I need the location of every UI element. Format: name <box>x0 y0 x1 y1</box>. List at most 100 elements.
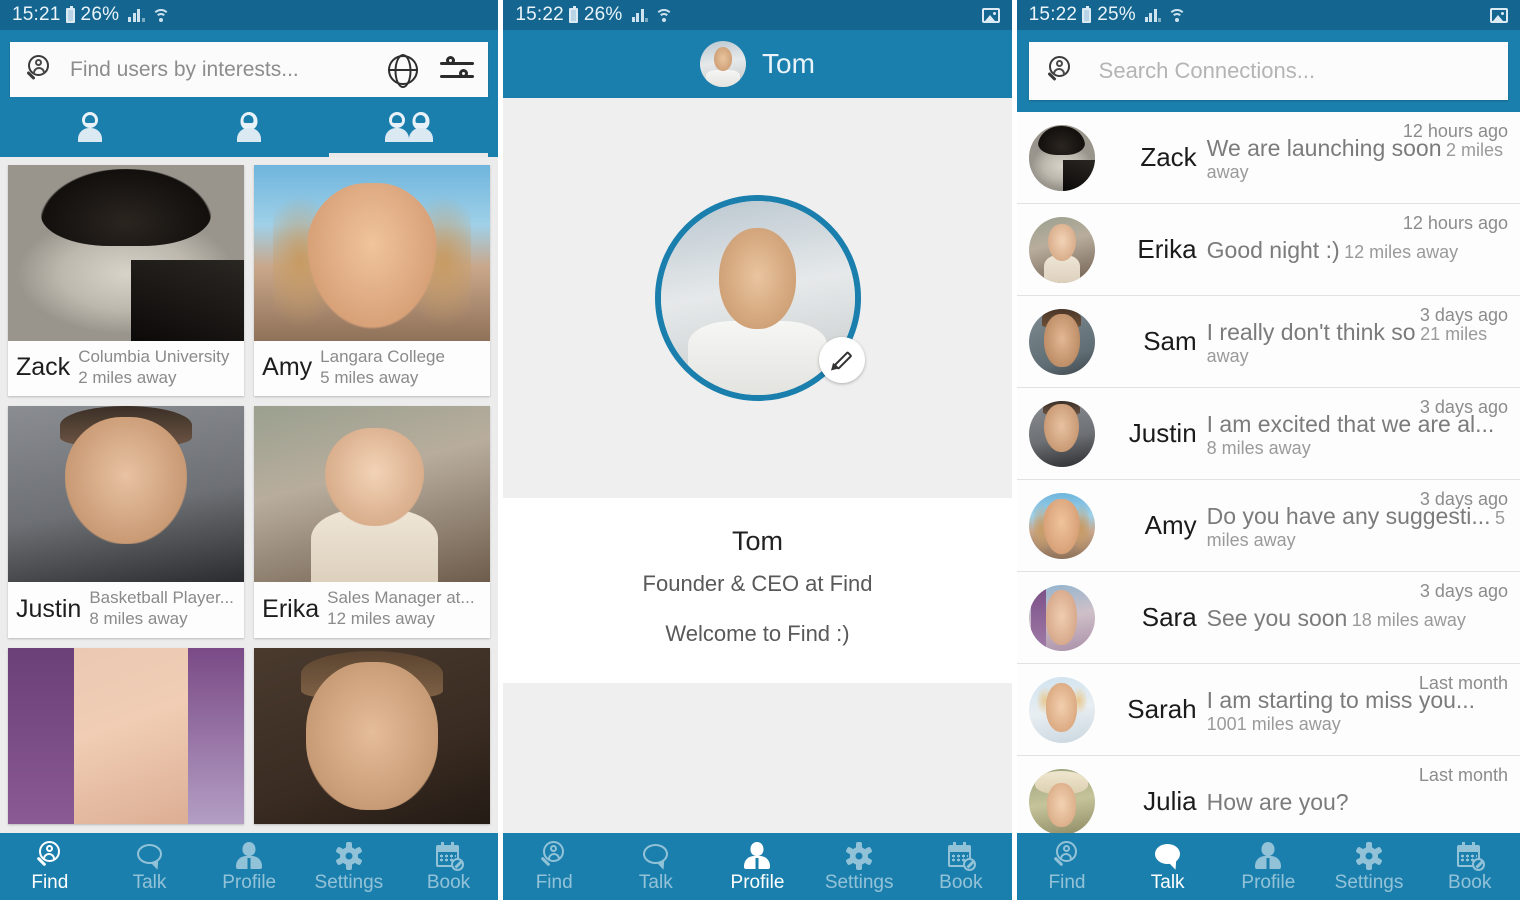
pencil-icon <box>827 348 854 374</box>
bottom-nav: Find Talk Profile Settings Book <box>0 833 499 900</box>
list-item[interactable]: Amy Do you have any suggesti... 5 miles … <box>1016 480 1520 572</box>
contact-name: Sarah <box>1127 694 1197 724</box>
nav-label: Profile <box>1241 872 1296 893</box>
nav-find[interactable]: Find <box>1017 841 1118 892</box>
user-headline: Basketball Player... <box>89 588 234 608</box>
globe-icon[interactable] <box>388 54 419 85</box>
nav-talk[interactable]: Talk <box>1117 841 1218 892</box>
signal-bars-icon <box>128 8 145 22</box>
signal-bars-icon <box>1144 8 1162 22</box>
list-item[interactable]: Justin I am excited that we are al... 8 … <box>1016 388 1520 480</box>
last-message: Good night :) <box>1206 237 1340 264</box>
avatar <box>1028 584 1095 651</box>
nav-book[interactable]: Book <box>910 841 1012 892</box>
contact-distance: 18 miles away <box>1351 610 1466 631</box>
list-item[interactable]: Sam I really don't think so 21 miles awa… <box>1016 296 1520 388</box>
avatar <box>1028 308 1095 375</box>
contact-name: Justin <box>1128 418 1197 448</box>
user-card[interactable]: Justin Basketball Player... 8 miles away <box>8 406 245 638</box>
nav-book[interactable]: Book <box>399 841 499 892</box>
battery-percent: 26% <box>583 4 623 25</box>
avatar[interactable] <box>700 41 747 87</box>
avatar <box>1028 400 1095 467</box>
timestamp: 12 hours ago <box>1402 121 1508 141</box>
nav-settings[interactable]: Settings <box>299 841 399 892</box>
tab-everyone[interactable] <box>328 97 489 157</box>
nav-profile[interactable]: Profile <box>707 841 809 892</box>
status-icons: 26% <box>65 4 170 26</box>
battery-icon <box>65 5 75 23</box>
last-message: See you soon <box>1206 605 1348 632</box>
find-icon <box>1052 841 1082 871</box>
user-distance: 12 miles away <box>327 609 435 629</box>
search-connections-input[interactable]: Search Connections... <box>1028 42 1508 100</box>
avatar <box>1028 492 1095 559</box>
screen-find: 15:21 26% Find users by interests... Zac… <box>0 0 499 900</box>
user-card-grid: Zack Columbia University 2 miles away Am… <box>0 157 499 900</box>
find-icon <box>539 841 569 871</box>
nav-profile[interactable]: Profile <box>199 841 299 892</box>
user-card[interactable] <box>8 647 245 824</box>
user-card[interactable]: Zack Columbia University 2 miles away <box>8 165 245 397</box>
people-couple-icon <box>384 112 433 142</box>
user-photo <box>254 647 491 824</box>
search-person-icon <box>1045 55 1077 87</box>
nav-settings[interactable]: Settings <box>1319 841 1420 892</box>
tab-women[interactable] <box>169 97 328 157</box>
signal-bars-icon <box>631 8 649 22</box>
search-input[interactable]: Find users by interests... <box>10 42 489 97</box>
user-distance: 2 miles away <box>78 367 177 387</box>
timestamp: Last month <box>1418 673 1508 693</box>
profile-icon <box>742 841 772 871</box>
nav-settings[interactable]: Settings <box>808 841 910 892</box>
list-item[interactable]: Sara See you soon 18 miles away 3 days a… <box>1016 572 1520 664</box>
user-name: Justin <box>16 594 82 623</box>
nav-label: Profile <box>730 872 785 893</box>
user-photo <box>8 406 245 583</box>
nav-book[interactable]: Book <box>1419 841 1520 892</box>
nav-profile[interactable]: Profile <box>1218 841 1319 892</box>
profile-icon <box>1253 841 1283 871</box>
nav-find[interactable]: Find <box>503 841 605 892</box>
battery-icon <box>568 5 578 23</box>
status-bar: 15:22 26% <box>503 0 1012 30</box>
status-time: 15:22 <box>1028 4 1078 25</box>
list-item[interactable]: Sarah I am starting to miss you... 1001 … <box>1016 664 1520 756</box>
calendar-book-icon <box>946 841 976 871</box>
sliders-icon[interactable] <box>440 56 475 83</box>
nav-talk[interactable]: Talk <box>605 841 707 892</box>
list-item[interactable]: Erika Good night :) 12 miles away 12 hou… <box>1016 204 1520 296</box>
find-icon <box>35 841 65 871</box>
list-item[interactable]: Julia How are you? Last month <box>1017 756 1520 833</box>
contact-name: Julia <box>1143 786 1197 816</box>
settings-gear-icon <box>844 841 874 871</box>
contact-name: Amy <box>1144 510 1197 540</box>
nav-find[interactable]: Find <box>0 841 100 892</box>
last-message: How are you? <box>1206 789 1349 816</box>
find-header: Find users by interests... <box>0 30 499 157</box>
list-item[interactable]: Zack We are launching soon 2 miles away … <box>1016 112 1520 204</box>
user-card[interactable] <box>254 647 491 824</box>
nav-talk[interactable]: Talk <box>100 841 200 892</box>
status-bar: 15:21 26% <box>0 0 499 30</box>
timestamp: 3 days ago <box>1419 305 1508 325</box>
user-name: Amy <box>262 353 313 382</box>
profile-name: Tom <box>731 526 783 556</box>
conversation-list[interactable]: Zack We are launching soon 2 miles away … <box>1016 112 1520 833</box>
edit-avatar-button[interactable] <box>818 337 865 383</box>
nav-label: Book <box>426 872 471 893</box>
contact-distance: 12 miles away <box>1344 242 1459 263</box>
nav-label: Find <box>31 872 69 893</box>
user-card[interactable]: Erika Sales Manager at... 12 miles away <box>254 406 491 638</box>
talk-icon <box>1153 841 1183 872</box>
nav-label: Settings <box>314 872 384 893</box>
person-female-icon <box>236 112 262 142</box>
gallery-icon <box>1489 7 1508 23</box>
person-male-icon <box>77 112 103 142</box>
wifi-icon <box>1168 8 1187 23</box>
profile-role: Founder & CEO at Find <box>642 571 873 596</box>
user-card[interactable]: Amy Langara College 5 miles away <box>254 165 491 397</box>
nav-label: Find <box>1048 872 1086 893</box>
tab-men[interactable] <box>10 97 169 157</box>
gender-tabs <box>10 97 489 157</box>
